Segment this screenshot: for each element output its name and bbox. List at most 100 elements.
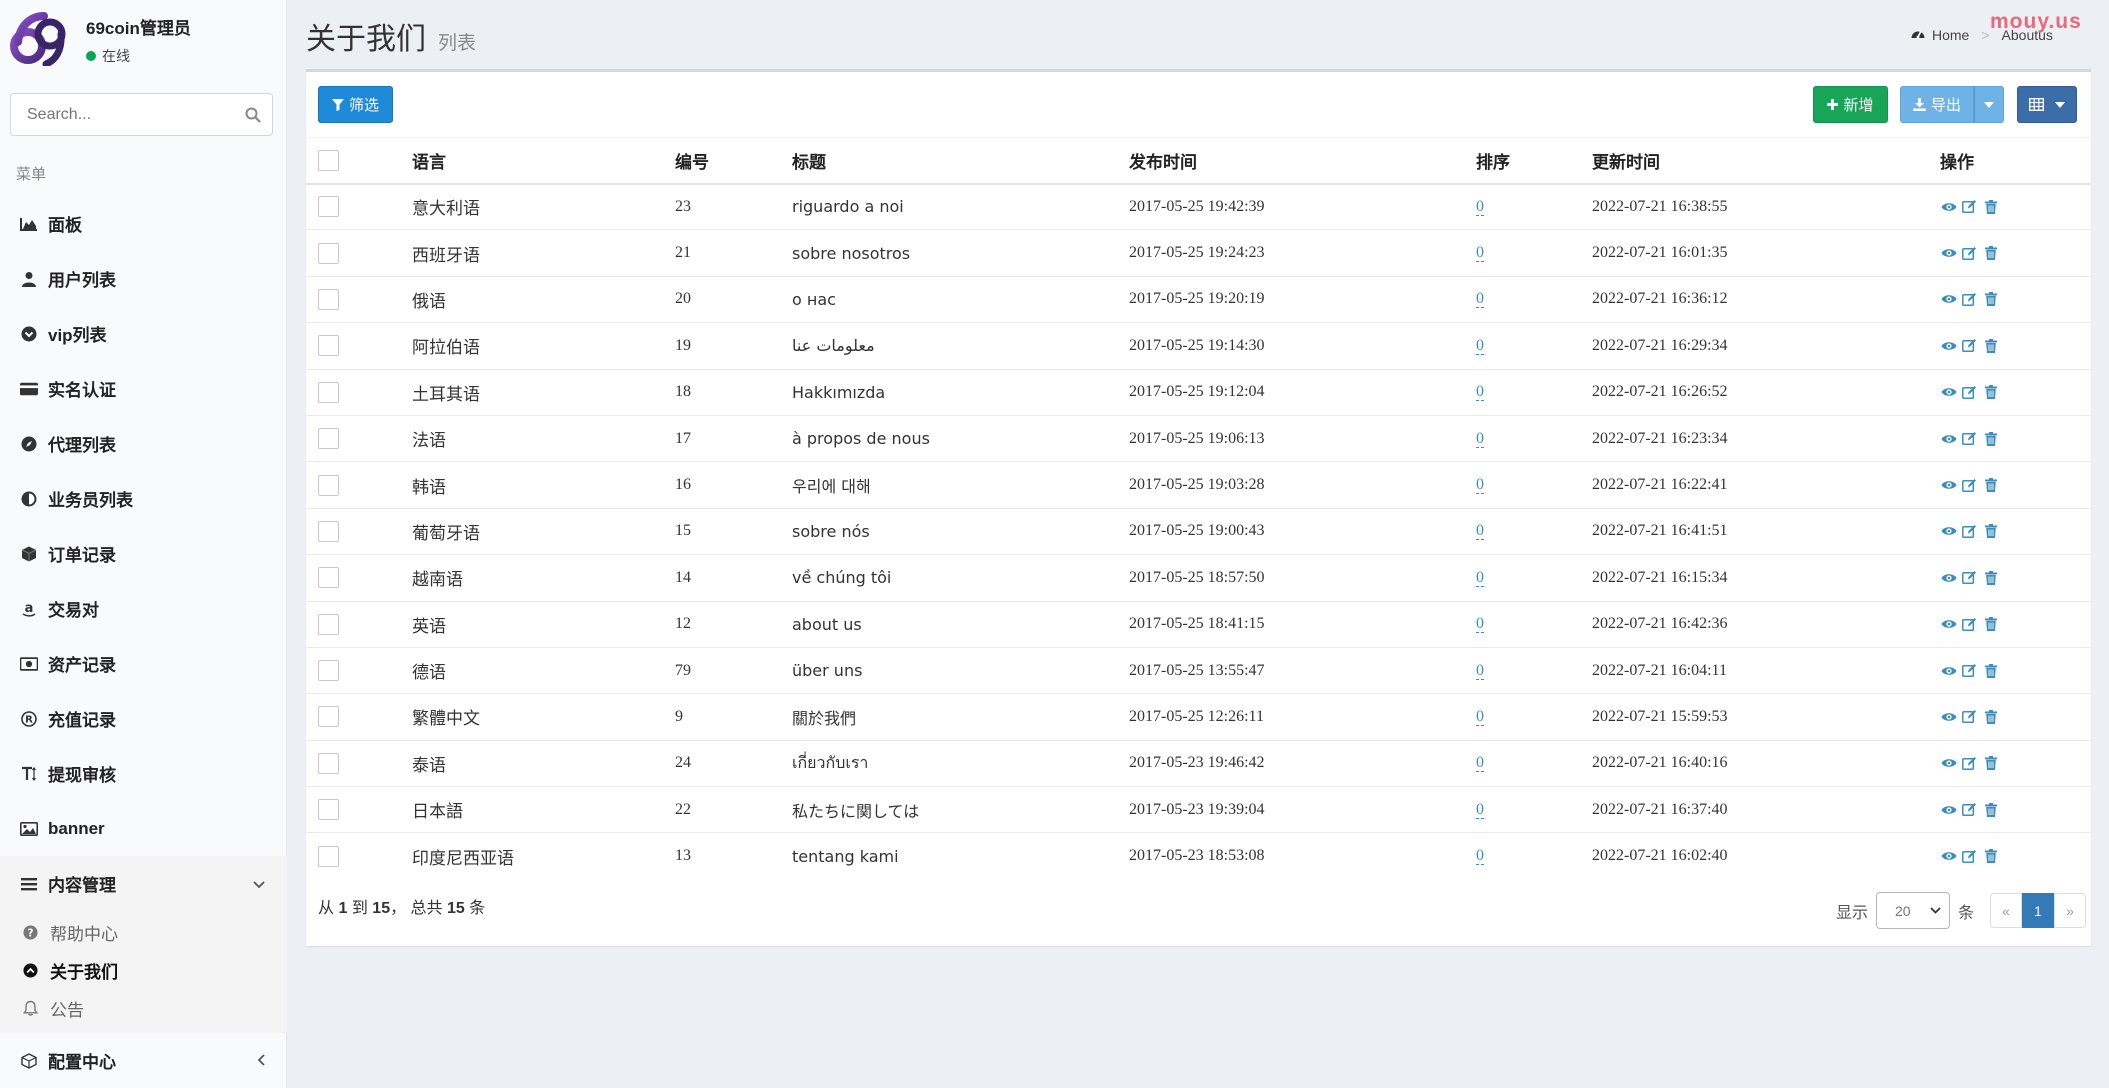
edit-icon[interactable] — [1961, 477, 1978, 494]
view-icon[interactable] — [1940, 337, 1957, 354]
sort-editable-link[interactable]: 0 — [1476, 476, 1484, 495]
row-checkbox[interactable] — [318, 567, 339, 589]
sidebar-item-vip[interactable]: vip列表 — [0, 306, 287, 361]
sidebar-item-assets[interactable]: 资产记录 — [0, 636, 287, 691]
sort-editable-link[interactable]: 0 — [1476, 568, 1484, 587]
sidebar-item-trading-pairs[interactable]: a 交易对 — [0, 581, 287, 636]
column-header-updated-time[interactable]: 更新时间 — [1592, 137, 1940, 185]
add-button[interactable]: 新增 — [1813, 86, 1888, 123]
row-checkbox[interactable] — [318, 288, 339, 310]
delete-icon[interactable] — [1982, 616, 1999, 633]
sidebar-item-withdrawals[interactable]: 提现审核 — [0, 746, 287, 801]
view-icon[interactable] — [1940, 662, 1957, 679]
export-button[interactable]: 导出 — [1900, 86, 1974, 123]
row-checkbox[interactable] — [318, 381, 339, 403]
sidebar-item-salespeople[interactable]: 业务员列表 — [0, 471, 287, 526]
sort-editable-link[interactable]: 0 — [1476, 244, 1484, 263]
edit-icon[interactable] — [1961, 291, 1978, 308]
edit-icon[interactable] — [1961, 616, 1978, 633]
row-checkbox[interactable] — [318, 613, 339, 635]
sidebar-item-users[interactable]: 用户列表 — [0, 251, 287, 306]
search-button[interactable] — [234, 94, 272, 135]
sort-editable-link[interactable]: 0 — [1476, 429, 1484, 448]
view-icon[interactable] — [1940, 198, 1957, 215]
sidebar-item-about-us[interactable]: 关于我们 — [0, 951, 287, 989]
delete-icon[interactable] — [1982, 291, 1999, 308]
prev-page-button[interactable]: « — [1990, 893, 2023, 928]
view-icon[interactable] — [1940, 384, 1957, 401]
sidebar-item-help-center[interactable]: ? 帮助中心 — [0, 913, 287, 951]
sidebar-item-verification[interactable]: 实名认证 — [0, 361, 287, 416]
sidebar-item-announcements[interactable]: 公告 — [0, 989, 287, 1027]
search-input[interactable] — [11, 94, 234, 135]
sort-editable-link[interactable]: 0 — [1476, 615, 1484, 634]
delete-icon[interactable] — [1982, 569, 1999, 586]
delete-icon[interactable] — [1982, 245, 1999, 262]
row-checkbox[interactable] — [318, 706, 339, 728]
delete-icon[interactable] — [1982, 477, 1999, 494]
edit-icon[interactable] — [1961, 662, 1978, 679]
columns-toggle-button[interactable] — [2017, 86, 2077, 123]
delete-icon[interactable] — [1982, 755, 1999, 772]
page-size-select[interactable]: 20 — [1876, 892, 1951, 929]
sort-editable-link[interactable]: 0 — [1476, 800, 1484, 819]
sidebar-item-content-management[interactable]: 内容管理 — [0, 856, 287, 911]
delete-icon[interactable] — [1982, 848, 1999, 865]
delete-icon[interactable] — [1982, 801, 1999, 818]
sort-editable-link[interactable]: 0 — [1476, 336, 1484, 355]
filter-button[interactable]: 筛选 — [318, 86, 393, 123]
edit-icon[interactable] — [1961, 430, 1978, 447]
row-checkbox[interactable] — [318, 520, 339, 542]
row-checkbox[interactable] — [318, 196, 339, 218]
edit-icon[interactable] — [1961, 337, 1978, 354]
column-header-title[interactable]: 标题 — [792, 137, 1129, 185]
edit-icon[interactable] — [1961, 245, 1978, 262]
row-checkbox[interactable] — [318, 752, 339, 774]
edit-icon[interactable] — [1961, 801, 1978, 818]
row-checkbox[interactable] — [318, 660, 339, 682]
row-checkbox[interactable] — [318, 799, 339, 821]
sort-editable-link[interactable]: 0 — [1476, 847, 1484, 866]
sort-editable-link[interactable]: 0 — [1476, 707, 1484, 726]
sort-editable-link[interactable]: 0 — [1476, 661, 1484, 680]
select-all-checkbox[interactable] — [318, 149, 339, 171]
edit-icon[interactable] — [1961, 198, 1978, 215]
next-page-button[interactable]: » — [2054, 893, 2087, 928]
edit-icon[interactable] — [1961, 569, 1978, 586]
row-checkbox[interactable] — [318, 335, 339, 357]
sidebar-item-orders[interactable]: 订单记录 — [0, 526, 287, 581]
sidebar-item-recharge[interactable]: R 充值记录 — [0, 691, 287, 746]
sort-editable-link[interactable]: 0 — [1476, 383, 1484, 402]
page-button-current[interactable]: 1 — [2022, 893, 2055, 928]
view-icon[interactable] — [1940, 477, 1957, 494]
edit-icon[interactable] — [1961, 755, 1978, 772]
view-icon[interactable] — [1940, 755, 1957, 772]
row-checkbox[interactable] — [318, 474, 339, 496]
sidebar-item-banner[interactable]: banner — [0, 801, 287, 856]
delete-icon[interactable] — [1982, 662, 1999, 679]
sort-editable-link[interactable]: 0 — [1476, 754, 1484, 773]
sidebar-item-agents[interactable]: 代理列表 — [0, 416, 287, 471]
edit-icon[interactable] — [1961, 384, 1978, 401]
edit-icon[interactable] — [1961, 708, 1978, 725]
delete-icon[interactable] — [1982, 523, 1999, 540]
view-icon[interactable] — [1940, 245, 1957, 262]
export-dropdown-toggle[interactable] — [1974, 86, 2004, 123]
delete-icon[interactable] — [1982, 430, 1999, 447]
sidebar-item-config-center[interactable]: 配置中心 — [0, 1033, 287, 1088]
sort-editable-link[interactable]: 0 — [1476, 522, 1484, 541]
column-header-sort[interactable]: 排序 — [1476, 137, 1592, 185]
column-header-language[interactable]: 语言 — [412, 137, 675, 185]
sort-editable-link[interactable]: 0 — [1476, 197, 1484, 216]
sidebar-item-dashboard[interactable]: 面板 — [0, 196, 287, 251]
delete-icon[interactable] — [1982, 708, 1999, 725]
edit-icon[interactable] — [1961, 523, 1978, 540]
row-checkbox[interactable] — [318, 428, 339, 450]
view-icon[interactable] — [1940, 569, 1957, 586]
view-icon[interactable] — [1940, 291, 1957, 308]
view-icon[interactable] — [1940, 801, 1957, 818]
view-icon[interactable] — [1940, 848, 1957, 865]
column-header-id[interactable]: 编号 — [675, 137, 792, 185]
sort-editable-link[interactable]: 0 — [1476, 290, 1484, 309]
edit-icon[interactable] — [1961, 848, 1978, 865]
